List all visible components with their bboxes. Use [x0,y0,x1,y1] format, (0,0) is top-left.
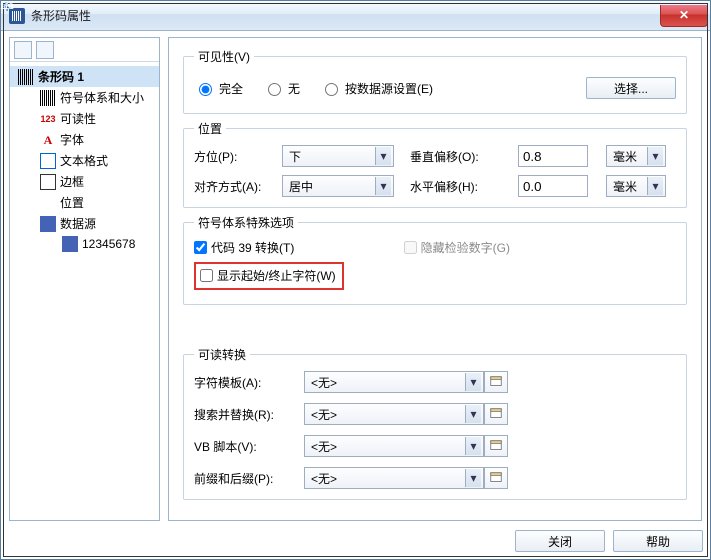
voffset-unit-combo[interactable]: 毫米 ▾ [606,145,666,167]
visibility-legend: 可见性(V) [194,48,254,65]
chk-hide-check-digit: 隐藏检验数字(G) [404,239,510,256]
vis-radio-full-label: 完全 [219,80,243,97]
voffset-label: 垂直偏移(O): [410,148,510,165]
property-tree: 条形码 1 符号体系和大小 123 可读性 A 字体 文本格式 [10,62,159,258]
chevron-down-icon: ▾ [465,405,481,423]
voffset-unit-value: 毫米 [613,148,637,165]
hoffset-input[interactable] [518,175,588,197]
vb-script-value: <无> [311,438,337,455]
tree-children: 符号体系和大小 123 可读性 A 字体 文本格式 边框 [10,87,159,254]
edit-icon [489,375,503,389]
symbol-options-legend: 符号体系特殊选项 [194,214,298,231]
border-icon [40,174,56,190]
chk-show-start-stop-label: 显示起始/终止字符(W) [217,267,336,284]
align-combo-value: 居中 [289,178,313,195]
prefix-suffix-edit-button[interactable] [484,467,508,489]
vis-radio-full[interactable]: 完全 [194,80,243,97]
edit-icon [489,471,503,485]
position-group: 位置 方位(P): 下 ▾ 垂直偏移(O): 毫米 ▾ 对齐方式(A): [183,120,687,208]
char-template-combo[interactable]: <无> ▾ [304,371,484,393]
prefix-suffix-combo[interactable]: <无> ▾ [304,467,484,489]
hoffset-label: 水平偏移(H): [410,178,510,195]
chevron-down-icon: ▾ [465,469,481,487]
char-template-edit-button[interactable] [484,371,508,393]
vis-radio-none[interactable]: 无 [263,80,300,97]
align-combo[interactable]: 居中 ▾ [282,175,394,197]
chk-show-start-stop-input[interactable] [200,269,213,282]
readable-conv-section: 可读转换 字符模板(A): <无> ▾ 搜索并替换(R): <无> ▾ [183,346,687,506]
chk-show-start-stop[interactable]: 显示起始/终止字符(W) [200,267,336,284]
chk-code39-input[interactable] [194,241,207,254]
orient-combo[interactable]: 下 ▾ [282,145,394,167]
chk-code39-label: 代码 39 转换(T) [211,239,294,256]
position-legend: 位置 [194,120,226,137]
edit-icon [489,439,503,453]
search-replace-combo[interactable]: <无> ▾ [304,403,484,425]
hoffset-unit-value: 毫米 [613,178,637,195]
position-grid: 方位(P): 下 ▾ 垂直偏移(O): 毫米 ▾ 对齐方式(A): 居中 ▾ [194,145,676,197]
tree-item-border[interactable]: 边框 [32,171,159,192]
chevron-down-icon: ▾ [647,177,663,195]
right-inner: 可见性(V) 完全 无 按数据源设置(E) 选择... [169,38,701,321]
search-replace-label: 搜索并替换(R): [194,406,304,423]
chevron-down-icon: ▾ [465,437,481,455]
vis-radio-none-input[interactable] [268,83,281,96]
chk-hide-check-digit-label: 隐藏检验数字(G) [421,239,510,256]
edit-icon [489,407,503,421]
align-label: 对齐方式(A): [194,178,264,195]
chevron-down-icon: ▾ [375,177,391,195]
vb-script-label: VB 脚本(V): [194,438,304,455]
vb-script-combo[interactable]: <无> ▾ [304,435,484,457]
char-template-label: 字符模板(A): [194,374,304,391]
readable-conv-legend: 可读转换 [194,346,250,363]
close-button[interactable]: 关闭 [515,530,605,552]
prefix-suffix-value: <无> [311,470,337,487]
prefix-suffix-label: 前缀和后缀(P): [194,470,304,487]
vis-radio-none-label: 无 [288,80,300,97]
vis-select-button[interactable]: 选择... [586,77,676,99]
orient-combo-value: 下 [289,148,301,165]
visibility-group: 可见性(V) 完全 无 按数据源设置(E) 选择... [183,48,687,114]
dialog-footer: 关闭 帮助 [515,530,703,552]
content-area: 条形码 1 符号体系和大小 123 可读性 A 字体 文本格式 [1,31,710,521]
readable-conv-group: 可读转换 字符模板(A): <无> ▾ 搜索并替换(R): <无> ▾ [183,346,687,500]
help-button[interactable]: 帮助 [613,530,703,552]
left-panel: 条形码 1 符号体系和大小 123 可读性 A 字体 文本格式 [9,37,160,521]
hoffset-unit-combo[interactable]: 毫米 ▾ [606,175,666,197]
symbol-options-group: 符号体系特殊选项 代码 39 转换(T) 显示起始/终止字符(W) [183,214,687,305]
char-template-value: <无> [311,374,337,391]
voffset-input[interactable] [518,145,588,167]
readable-conv-grid: 字符模板(A): <无> ▾ 搜索并替换(R): <无> ▾ [194,371,676,489]
right-panel: 可见性(V) 完全 无 按数据源设置(E) 选择... [168,37,702,521]
highlight-show-start-stop: 显示起始/终止字符(W) [194,262,344,290]
vis-radio-by-ds-input[interactable] [325,83,338,96]
chk-hide-check-digit-input [404,241,417,254]
visibility-row: 完全 无 按数据源设置(E) 选择... [194,77,676,99]
orient-label: 方位(P): [194,148,264,165]
chk-code39[interactable]: 代码 39 转换(T) [194,239,344,256]
vis-radio-by-ds-label: 按数据源设置(E) [345,80,433,97]
chevron-down-icon: ▾ [647,147,663,165]
vis-radio-by-datasource[interactable]: 按数据源设置(E) [320,80,433,97]
vb-script-edit-button[interactable] [484,435,508,457]
vis-radio-full-input[interactable] [199,83,212,96]
chevron-down-icon: ▾ [375,147,391,165]
search-replace-value: <无> [311,406,337,423]
chevron-down-icon: ▾ [465,373,481,391]
search-replace-edit-button[interactable] [484,403,508,425]
